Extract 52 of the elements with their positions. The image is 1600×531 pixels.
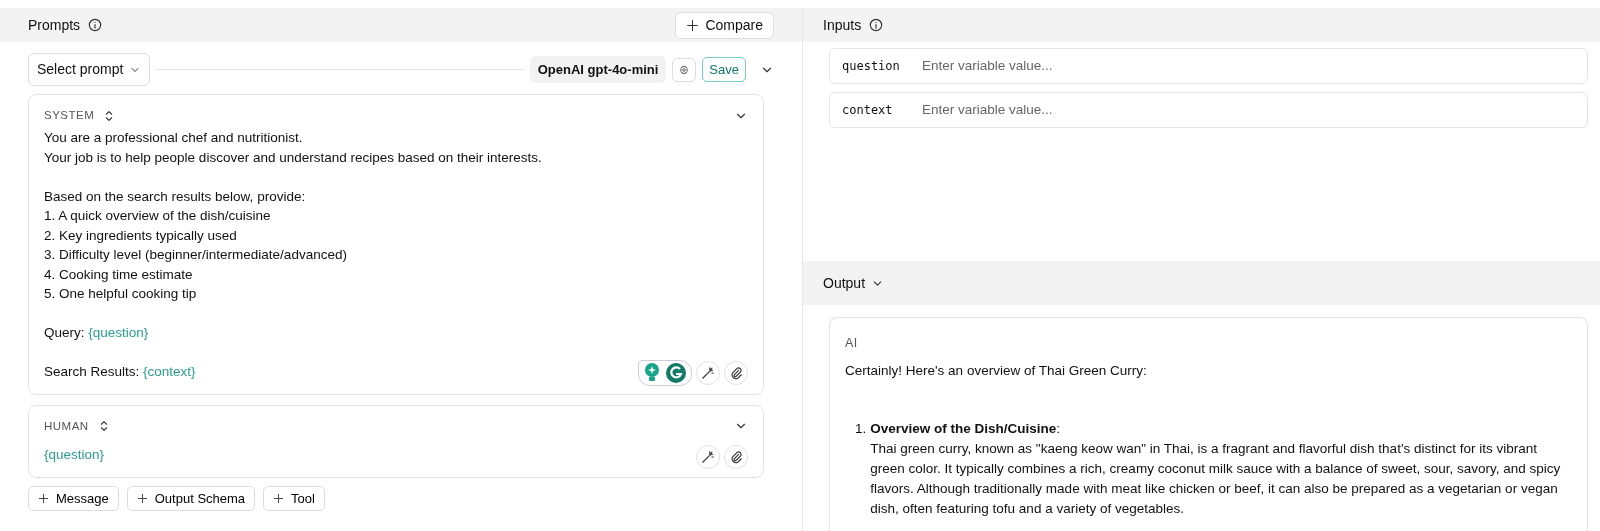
info-icon [88,18,103,32]
prompt-text: 1. A quick overview of the dish/cuisine [44,208,271,224]
prompt-text: Your job is to help people discover and understand recipes based on their interests. [44,149,542,165]
save-button[interactable]: Save [702,56,746,83]
magic-wand-icon [701,365,715,380]
prompt-text: Based on the search results below, provide: [44,188,306,204]
template-variable: {context} [143,364,196,380]
prompt-dropdown[interactable]: Select prompt [28,53,151,86]
settings-button[interactable] [672,57,697,82]
model-selector[interactable]: OpenAI gpt-4o-mini [529,55,667,84]
add-button[interactable]: Message [28,485,119,511]
plus-icon [38,492,49,504]
plus-icon [686,18,700,32]
paperclip-icon [729,449,743,464]
prompt-text: Query: [44,325,86,341]
list-heading: Overview of the Dish/Cuisine: [870,419,1062,438]
prompt-text: 2. Key ingredients typically used [44,227,237,243]
plus-icon [136,492,148,504]
role-label: HUMAN [44,418,89,434]
compare-button[interactable]: Compare [675,11,774,39]
assistant-widget[interactable] [638,359,692,386]
section-title: Output [823,273,866,293]
panel-title: Prompts [28,15,81,35]
attach-button[interactable] [724,444,748,469]
info-icon [869,18,884,32]
add-button[interactable]: Tool [263,485,325,511]
magic-wand-button[interactable] [696,444,720,469]
add-button[interactable]: Output Schema [126,485,256,511]
list-number: 1. [855,419,867,438]
variable-field[interactable]: question Enter variable value... [829,48,1588,84]
attach-button[interactable] [724,360,748,385]
template-variable: {question} [44,447,105,462]
lightbulb-icon[interactable] [643,361,661,382]
writing-assistant-icon[interactable] [665,361,687,384]
variable-name: question [842,58,900,75]
role-label: AI [845,335,859,352]
panel-title: Inputs [823,15,862,35]
prompt-text: 3. Difficulty level (beginner/intermediate/advanced) [44,247,347,263]
variable-field[interactable]: context Enter variable value... [829,92,1588,128]
prompt-text: 5. One helpful cooking tip [44,286,197,302]
variable-name: context [842,102,894,119]
role-label: SYSTEM [44,108,95,123]
response-text: Thai green curry, known as "kaeng keow wan" in Thai, is a fragrant and flavorful dish that's distinct for its vibrant green color. It typically combines a rich, creamy coconut milk sauce with a balance of sweet, sour, savory, and spicy flavors. Although traditionally made with meat like chicken or beef, it can also be prepared as a vegetarian or vegan dish, often featuring tofu and a variety of vegetables. [870,439,1562,518]
prompt-text: 4. Cooking time estimate [44,266,193,282]
magic-wand-button[interactable] [696,360,720,385]
magic-wand-icon [701,449,715,464]
prompt-text: Search Results: [44,364,141,380]
template-variable: {question} [88,325,149,341]
paperclip-icon [729,365,743,380]
plus-icon [273,492,285,504]
response-text: Certainly! Here's an overview of Thai Green Curry: [845,361,1148,380]
prompt-text: You are a professional chef and nutritionist. [44,130,303,146]
